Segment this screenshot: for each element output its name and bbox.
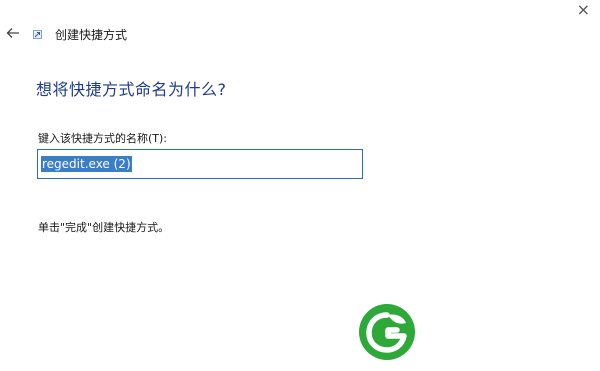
close-icon[interactable]: × xyxy=(577,2,590,18)
back-button[interactable] xyxy=(4,24,22,42)
back-arrow-icon xyxy=(6,28,19,38)
dialog-title: 创建快捷方式 xyxy=(55,28,128,42)
page-heading: 想将快捷方式命名为什么? xyxy=(36,80,227,99)
shortcut-name-input[interactable]: regedit.exe (2) xyxy=(37,149,363,179)
create-shortcut-dialog: × 创建快捷方式 想将快捷方式命名为什么? 键入该快捷方式的名称(T): reg… xyxy=(0,0,600,371)
shortcut-name-value: regedit.exe (2) xyxy=(41,156,132,172)
shortcut-name-label: 键入该快捷方式的名称(T): xyxy=(38,132,168,145)
finish-hint-text: 单击"完成"创建快捷方式。 xyxy=(38,221,170,234)
shortcut-icon xyxy=(33,30,42,39)
dialog-title-bar: 创建快捷方式 xyxy=(33,26,127,43)
brand-logo-icon xyxy=(359,304,415,360)
